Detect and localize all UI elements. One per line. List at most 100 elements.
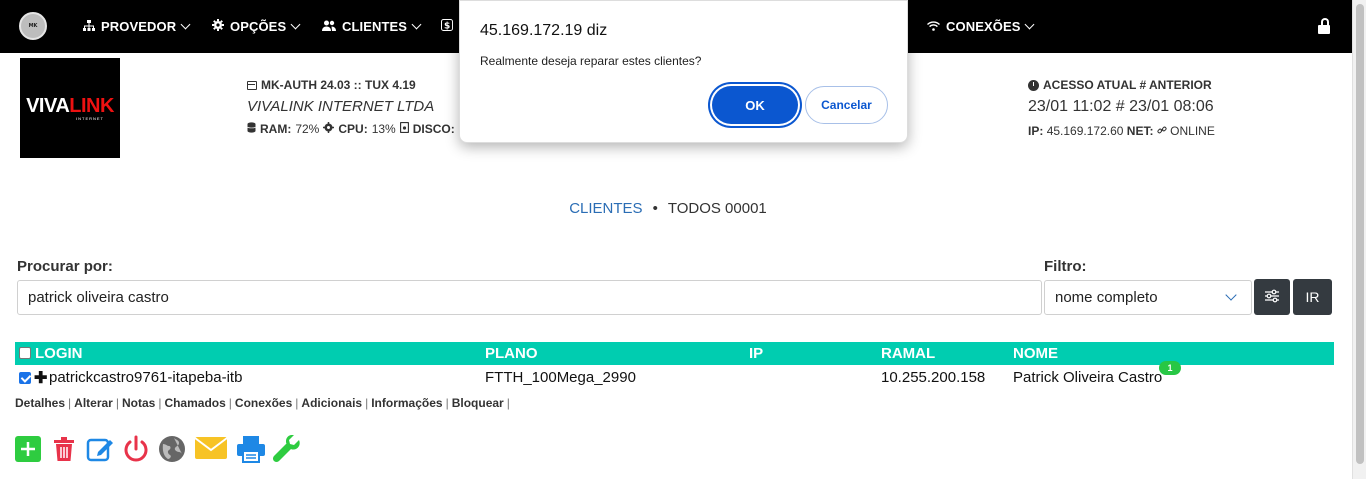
- nav-hidden-item[interactable]: $: [441, 0, 459, 53]
- wifi-icon: [927, 20, 940, 34]
- access-info: ACESSO ATUAL # ANTERIOR 23/01 11:02 # 23…: [1028, 78, 1215, 138]
- disk-label: DISCO:: [412, 122, 455, 136]
- filter-selected-value: nome completo: [1055, 289, 1158, 306]
- ram-value: 72%: [295, 122, 320, 136]
- gear-icon: [212, 19, 224, 34]
- nav-opcoes-label: OPÇÕES: [230, 19, 287, 34]
- dollar-icon: $: [441, 19, 453, 34]
- confirm-dialog: 45.169.172.19 diz Realmente deseja repar…: [459, 0, 908, 143]
- action-alterar[interactable]: Alterar: [74, 396, 113, 410]
- separator: |: [506, 396, 510, 410]
- ram-label: RAM:: [260, 122, 292, 136]
- users-icon: [322, 20, 336, 34]
- net-value: ONLINE: [1170, 124, 1215, 138]
- brand-tagline: INTERNET: [76, 116, 104, 121]
- access-times: 23/01 11:02 # 23/01 08:06: [1028, 98, 1214, 115]
- breadcrumb-clientes-link[interactable]: CLIENTES: [569, 200, 642, 217]
- cancel-button[interactable]: Cancelar: [805, 86, 888, 124]
- company-name: VIVALINK INTERNET LTDA: [247, 98, 435, 115]
- net-label: NET:: [1126, 124, 1154, 138]
- chevron-down-icon: [180, 19, 191, 30]
- trash-icon[interactable]: [50, 435, 78, 463]
- nav-clientes[interactable]: CLIENTES: [322, 0, 422, 53]
- system-info: MK-AUTH 24.03 :: TUX 4.19 VIVALINK INTER…: [247, 78, 465, 136]
- search-label: Procurar por:: [17, 258, 113, 275]
- go-button[interactable]: IR: [1293, 279, 1332, 315]
- home-logo-icon[interactable]: MK: [19, 12, 47, 40]
- filter-select[interactable]: nome completo: [1044, 280, 1252, 315]
- cpu-value: 13%: [371, 122, 396, 136]
- ok-button[interactable]: OK: [712, 86, 798, 124]
- envelope-icon[interactable]: [194, 435, 228, 463]
- svg-text:$: $: [444, 22, 450, 32]
- power-icon[interactable]: [122, 435, 150, 463]
- action-informacoes[interactable]: Informações: [371, 396, 442, 410]
- separator: |: [228, 396, 232, 410]
- cpu-icon: [323, 122, 335, 136]
- sliders-icon: [1264, 289, 1280, 306]
- link-icon: [1157, 124, 1170, 138]
- ip-value: 45.169.172.60: [1046, 124, 1124, 138]
- nav-provedor[interactable]: PROVEDOR: [83, 0, 191, 53]
- col-login[interactable]: LOGIN: [35, 345, 83, 362]
- col-ramal[interactable]: RAMAL: [881, 345, 935, 362]
- chevron-down-icon: [290, 19, 301, 30]
- nav-conexoes[interactable]: CONEXÕES: [927, 0, 1035, 53]
- action-notas[interactable]: Notas: [122, 396, 155, 410]
- breadcrumb-separator: •: [652, 200, 658, 217]
- disk-icon: [399, 121, 409, 136]
- search-input[interactable]: patrick oliveira castro: [17, 280, 1042, 315]
- printer-icon[interactable]: [236, 435, 265, 463]
- dialog-message: Realmente deseja reparar estes clientes?: [480, 54, 702, 68]
- breadcrumb: CLIENTES • TODOS 00001: [0, 200, 1336, 217]
- separator: |: [295, 396, 299, 410]
- action-chamados[interactable]: Chamados: [164, 396, 225, 410]
- action-detalhes[interactable]: Detalhes: [15, 396, 65, 410]
- ip-label: IP:: [1028, 124, 1044, 138]
- cpu-label: CPU:: [338, 122, 368, 136]
- add-icon[interactable]: [14, 435, 42, 463]
- row-ramal: 10.255.200.158: [881, 369, 986, 386]
- expand-plus-icon[interactable]: ✚: [34, 368, 47, 388]
- nav-opcoes[interactable]: OPÇÕES: [212, 0, 301, 53]
- row-nome: Patrick Oliveira Castro: [1013, 369, 1163, 386]
- row-actions: Detalhes | Alterar | Notas | Chamados | Conexões…: [15, 396, 513, 410]
- action-bloquear[interactable]: Bloquear: [452, 396, 504, 410]
- action-conexoes[interactable]: Conexões: [235, 396, 292, 410]
- system-version: MK-AUTH 24.03 :: TUX 4.19: [261, 78, 416, 92]
- col-nome[interactable]: NOME: [1013, 345, 1058, 362]
- col-ip[interactable]: IP: [749, 345, 763, 362]
- globe-icon[interactable]: [158, 435, 186, 463]
- row-login[interactable]: patrickcastro9761-itapeba-itb: [49, 369, 242, 386]
- row-checkbox[interactable]: [19, 372, 31, 384]
- chevron-down-icon: [411, 19, 422, 30]
- database-icon: [247, 122, 256, 136]
- notification-badge: 1: [1159, 361, 1181, 375]
- table-header: LOGIN PLANO IP RAMAL NOME: [15, 342, 1334, 365]
- filter-label: Filtro:: [1044, 258, 1087, 275]
- separator: |: [158, 396, 162, 410]
- nav-clientes-label: CLIENTES: [342, 19, 408, 34]
- dialog-title: 45.169.172.19 diz: [480, 22, 608, 39]
- edit-icon[interactable]: [86, 435, 114, 463]
- table-row: ✚ patrickcastro9761-itapeba-itb FTTH_100…: [15, 366, 1334, 390]
- breadcrumb-current: TODOS 00001: [667, 200, 767, 217]
- separator: |: [445, 396, 449, 410]
- action-adicionais[interactable]: Adicionais: [301, 396, 362, 410]
- col-plano[interactable]: PLANO: [485, 345, 538, 362]
- brand-name-white: VIVA: [26, 95, 70, 117]
- unlock-icon[interactable]: [1318, 18, 1330, 34]
- company-logo: VIVALINK INTERNET: [20, 58, 120, 158]
- wrench-icon[interactable]: [272, 434, 300, 463]
- chevron-down-icon: [1025, 19, 1035, 30]
- brand-name-red: LINK: [69, 95, 114, 117]
- server-icon: [247, 80, 257, 90]
- clock-icon: [1028, 79, 1039, 91]
- separator: |: [115, 396, 119, 410]
- page: MK PROVEDOR OPÇÕES CLIENTES $ CONEXÕES V…: [0, 0, 1366, 479]
- filter-options-button[interactable]: [1254, 279, 1290, 315]
- vertical-scrollbar[interactable]: [1352, 0, 1366, 479]
- access-title: ACESSO ATUAL # ANTERIOR: [1043, 78, 1212, 92]
- select-all-checkbox[interactable]: [19, 347, 31, 359]
- chevron-down-icon: [1225, 289, 1237, 301]
